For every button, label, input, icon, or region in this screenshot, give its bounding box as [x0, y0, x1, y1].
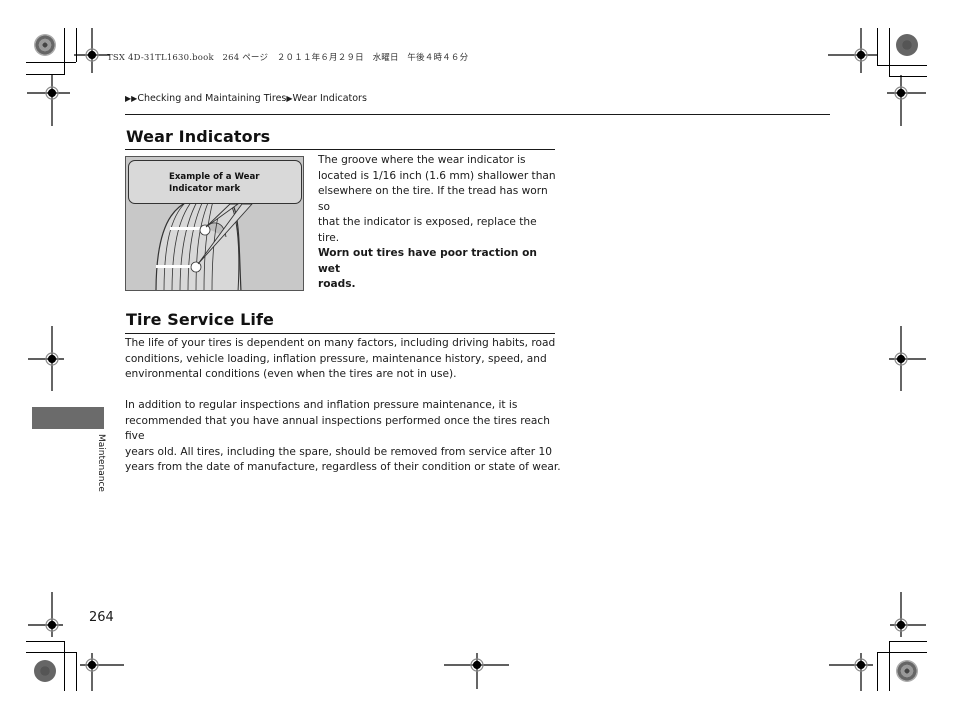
wear-indicator-figure: Example of a Wear Indicator mark [125, 156, 304, 291]
crosshair-icon [27, 75, 70, 126]
section-title: Tire Service Life [126, 310, 274, 329]
header-rule [125, 114, 830, 115]
crosshair-icon [828, 28, 877, 73]
crosshair-icon [890, 592, 926, 637]
service-life-paragraph: In addition to regular inspections and i… [125, 399, 561, 473]
warning-text: Worn out tires have poor traction on wet [318, 247, 537, 275]
breadcrumb-item[interactable]: Wear Indicators [293, 93, 367, 104]
crosshair-icon [28, 326, 64, 391]
section-rule [125, 333, 555, 334]
crosshair-icon [74, 28, 110, 73]
breadcrumb: ▶▶Checking and Maintaining Tires▶Wear In… [125, 93, 367, 104]
wear-indicator-text: The groove where the wear indicator is l… [318, 153, 558, 293]
page-number: 264 [89, 610, 114, 625]
callout-box: Example of a Wear Indicator mark [128, 160, 302, 204]
section-rule [125, 149, 555, 150]
chapter-tab[interactable] [32, 407, 104, 429]
chapter-tab-label: Maintenance [96, 434, 106, 492]
indicator-mark-icon [190, 261, 202, 273]
print-header: TSX 4D-31TL1630.book 264 ページ ２０１１年６月２９日 … [107, 53, 469, 63]
crosshair-icon [887, 75, 926, 126]
service-life-paragraph: The life of your tires is dependent on m… [125, 337, 556, 380]
crosshair-icon [829, 653, 873, 691]
breadcrumb-item[interactable]: Checking and Maintaining Tires [137, 93, 286, 104]
section-title: Wear Indicators [126, 127, 271, 146]
crosshair-icon [80, 653, 124, 691]
crosshair-icon [28, 592, 63, 637]
crosshair-icon [444, 653, 509, 689]
callout-text: Example of a Wear Indicator mark [169, 172, 260, 194]
crosshair-icon [889, 326, 926, 391]
double-arrow-right-icon: ▶▶ [125, 94, 138, 103]
indicator-mark-icon [199, 224, 211, 236]
